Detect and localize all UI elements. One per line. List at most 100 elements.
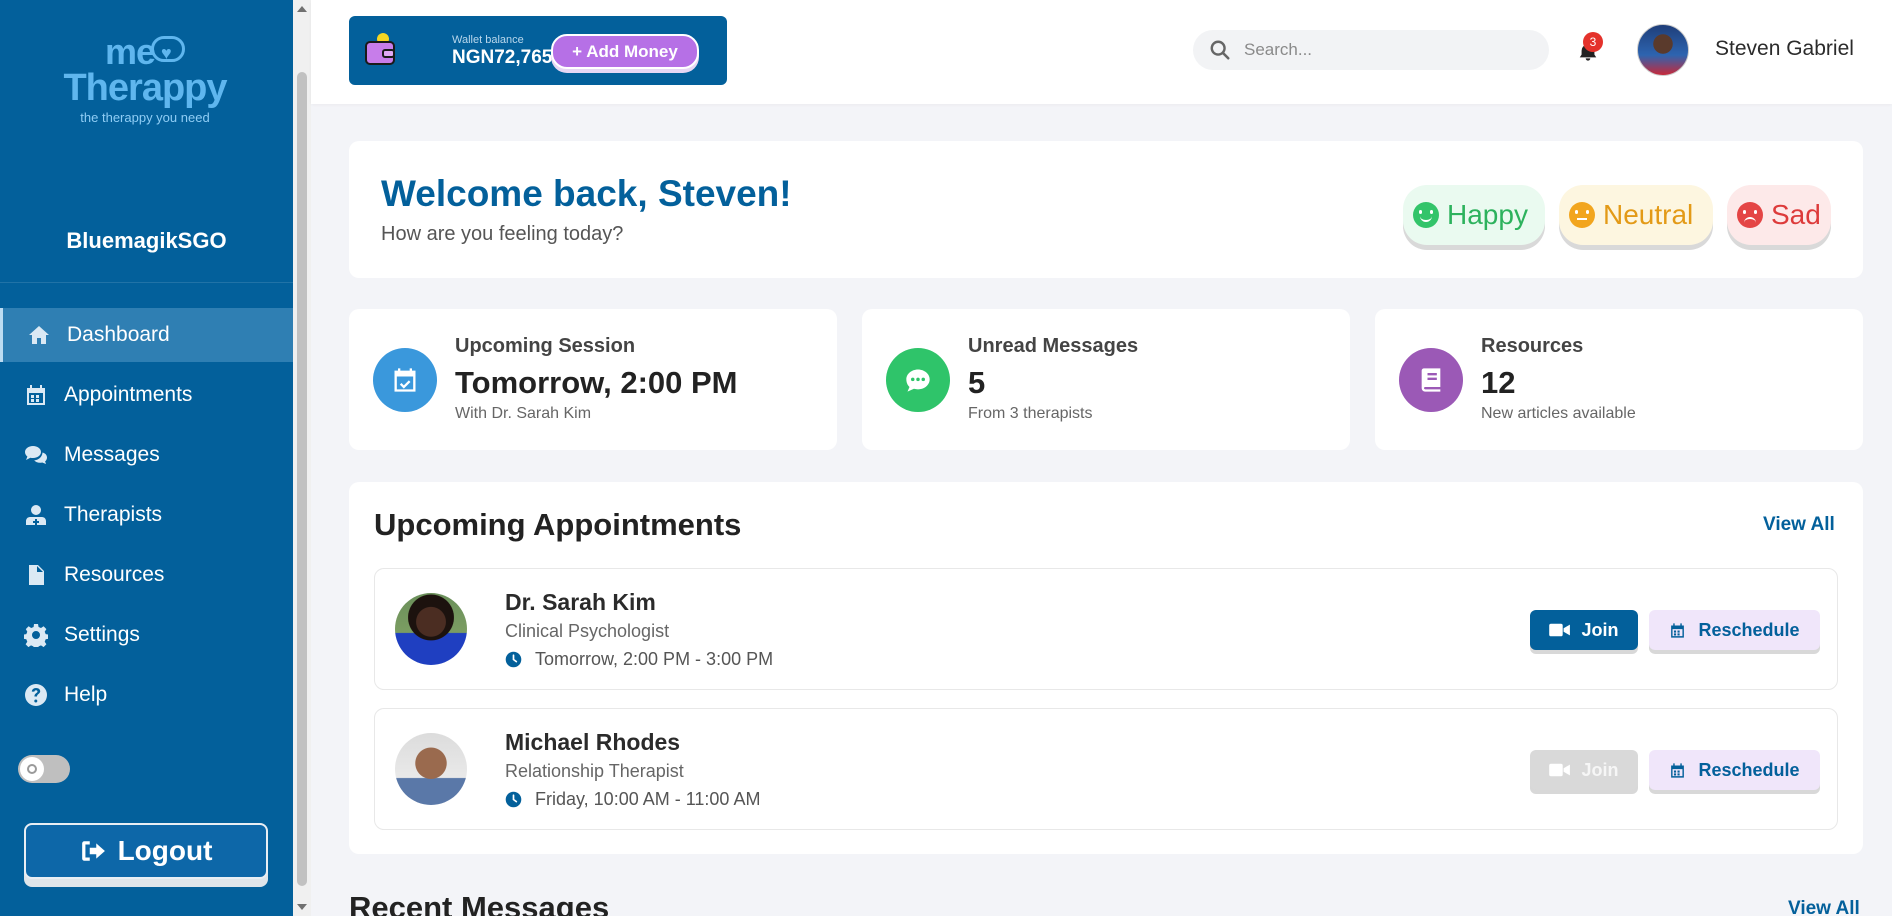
sidebar-item-label: Therapists bbox=[64, 503, 163, 526]
app-logo[interactable]: me Therappy the therappy you need bbox=[55, 34, 235, 134]
join-label: Join bbox=[1581, 619, 1619, 640]
therapist-name: Dr. Sarah Kim bbox=[505, 589, 656, 615]
sidebar-item-label: Settings bbox=[64, 623, 140, 646]
section-title: Upcoming Appointments bbox=[374, 507, 742, 542]
stat-value: 12 bbox=[1481, 365, 1516, 400]
search-icon bbox=[1210, 40, 1230, 60]
appointment-time: Friday, 10:00 AM - 11:00 AM bbox=[505, 789, 760, 810]
sidebar: me Therappy the therappy you need Bluema… bbox=[0, 0, 293, 916]
video-icon bbox=[1549, 623, 1571, 637]
recent-messages-title: Recent Messages bbox=[349, 890, 610, 916]
welcome-title: Welcome back, Steven! bbox=[381, 173, 792, 214]
sidebar-item-dashboard[interactable]: Dashboard bbox=[0, 308, 293, 362]
scroll-down-arrow-icon[interactable] bbox=[297, 904, 307, 910]
search-bar[interactable] bbox=[1193, 30, 1549, 70]
wallet-balance-label: Wallet balance bbox=[452, 34, 524, 46]
stat-label: Upcoming Session bbox=[455, 335, 636, 357]
wallet-icon bbox=[365, 33, 395, 65]
clock-icon bbox=[505, 651, 522, 668]
sidebar-divider bbox=[0, 282, 293, 283]
welcome-subtitle: How are you feeling today? bbox=[381, 223, 624, 245]
sidebar-item-therapists[interactable]: Therapists bbox=[0, 488, 293, 542]
reschedule-button[interactable]: Reschedule bbox=[1649, 610, 1820, 650]
sidebar-item-messages[interactable]: Messages bbox=[0, 428, 293, 482]
reschedule-button[interactable]: Reschedule bbox=[1649, 750, 1820, 790]
user-avatar[interactable] bbox=[1637, 24, 1689, 76]
toggle-knob bbox=[20, 757, 44, 781]
vertical-scrollbar[interactable] bbox=[293, 0, 311, 916]
therapist-avatar bbox=[395, 733, 467, 805]
comment-dots-icon bbox=[886, 348, 950, 412]
mood-label: Happy bbox=[1447, 199, 1528, 230]
sign-out-icon bbox=[81, 841, 105, 861]
book-icon bbox=[1399, 348, 1463, 412]
calendar-icon bbox=[1671, 762, 1685, 778]
wallet-card: Wallet balance NGN72,765.55 + Add Money bbox=[349, 16, 727, 85]
mood-sad-button[interactable]: Sad bbox=[1727, 185, 1831, 245]
brand-name: BluemagikSGO bbox=[66, 228, 227, 253]
reschedule-label: Reschedule bbox=[1698, 619, 1800, 640]
frown-icon bbox=[1737, 202, 1763, 228]
join-button[interactable]: Join bbox=[1530, 610, 1638, 650]
sidebar-item-appointments[interactable]: Appointments bbox=[0, 368, 293, 422]
add-money-button[interactable]: + Add Money bbox=[551, 34, 699, 69]
sidebar-item-resources[interactable]: Resources bbox=[0, 548, 293, 602]
scrollbar-thumb[interactable] bbox=[297, 72, 307, 886]
sidebar-item-help[interactable]: Help bbox=[0, 668, 293, 722]
mood-happy-button[interactable]: Happy bbox=[1403, 185, 1545, 245]
smile-icon bbox=[1413, 202, 1439, 228]
question-icon bbox=[25, 684, 47, 706]
scroll-up-arrow-icon[interactable] bbox=[297, 6, 307, 12]
video-icon bbox=[1549, 763, 1571, 777]
therapist-role: Clinical Psychologist bbox=[505, 621, 670, 641]
stat-card-upcoming-session[interactable]: Upcoming Session Tomorrow, 2:00 PM With … bbox=[349, 309, 837, 450]
appointment-time: Tomorrow, 2:00 PM - 3:00 PM bbox=[505, 649, 773, 670]
therapist-name: Michael Rhodes bbox=[505, 729, 681, 755]
calendar-icon bbox=[27, 385, 45, 405]
stat-value: Tomorrow, 2:00 PM bbox=[455, 365, 738, 400]
file-icon bbox=[29, 565, 44, 585]
logo-tagline: the therappy you need bbox=[80, 110, 210, 125]
view-all-messages-link[interactable]: View All bbox=[1788, 898, 1860, 916]
logo-top: me bbox=[104, 31, 156, 72]
sidebar-item-label: Appointments bbox=[64, 383, 193, 406]
sidebar-nav: Dashboard Appointments Messages Therapis… bbox=[0, 308, 293, 728]
stat-label: Unread Messages bbox=[968, 335, 1139, 357]
stat-subtext: With Dr. Sarah Kim bbox=[455, 405, 592, 422]
join-label: Join bbox=[1581, 759, 1619, 780]
calendar-icon bbox=[1671, 622, 1685, 638]
reschedule-label: Reschedule bbox=[1698, 759, 1800, 780]
stat-card-resources[interactable]: Resources 12 New articles available bbox=[1375, 309, 1863, 450]
user-doctor-icon bbox=[26, 505, 46, 525]
search-input[interactable] bbox=[1244, 38, 1534, 62]
heart-chat-icon bbox=[151, 35, 186, 71]
appointment-time-text: Friday, 10:00 AM - 11:00 AM bbox=[535, 789, 761, 809]
user-name[interactable]: Steven Gabriel bbox=[1715, 37, 1854, 61]
logout-button[interactable]: Logout bbox=[24, 823, 268, 879]
stat-value: 5 bbox=[968, 365, 986, 400]
upcoming-appointments-card: Upcoming Appointments View All Dr. Sarah… bbox=[349, 482, 1863, 854]
appointment-time-text: Tomorrow, 2:00 PM - 3:00 PM bbox=[535, 649, 774, 669]
clock-icon bbox=[505, 791, 522, 808]
stat-label: Resources bbox=[1481, 335, 1584, 357]
sidebar-item-label: Messages bbox=[64, 443, 160, 466]
join-button-disabled[interactable]: Join bbox=[1530, 750, 1638, 790]
sidebar-item-label: Help bbox=[64, 683, 108, 706]
appointment-item: Michael Rhodes Relationship Therapist Fr… bbox=[374, 708, 1838, 830]
sidebar-item-settings[interactable]: Settings bbox=[0, 608, 293, 662]
sidebar-item-label: Dashboard bbox=[67, 323, 170, 346]
gear-icon bbox=[24, 624, 48, 647]
calendar-check-icon bbox=[373, 348, 437, 412]
therapist-avatar bbox=[395, 593, 467, 665]
mood-neutral-button[interactable]: Neutral bbox=[1559, 185, 1713, 245]
view-all-appointments-link[interactable]: View All bbox=[1763, 514, 1835, 536]
chat-icon bbox=[25, 446, 47, 464]
stat-subtext: New articles available bbox=[1481, 405, 1636, 422]
therapist-role: Relationship Therapist bbox=[505, 761, 684, 781]
stat-subtext: From 3 therapists bbox=[968, 405, 1093, 422]
stat-card-unread-messages[interactable]: Unread Messages 5 From 3 therapists bbox=[862, 309, 1350, 450]
mood-label: Neutral bbox=[1603, 199, 1694, 230]
home-icon bbox=[29, 326, 49, 344]
theme-toggle[interactable] bbox=[18, 755, 70, 783]
neutral-face-icon bbox=[1569, 202, 1595, 228]
